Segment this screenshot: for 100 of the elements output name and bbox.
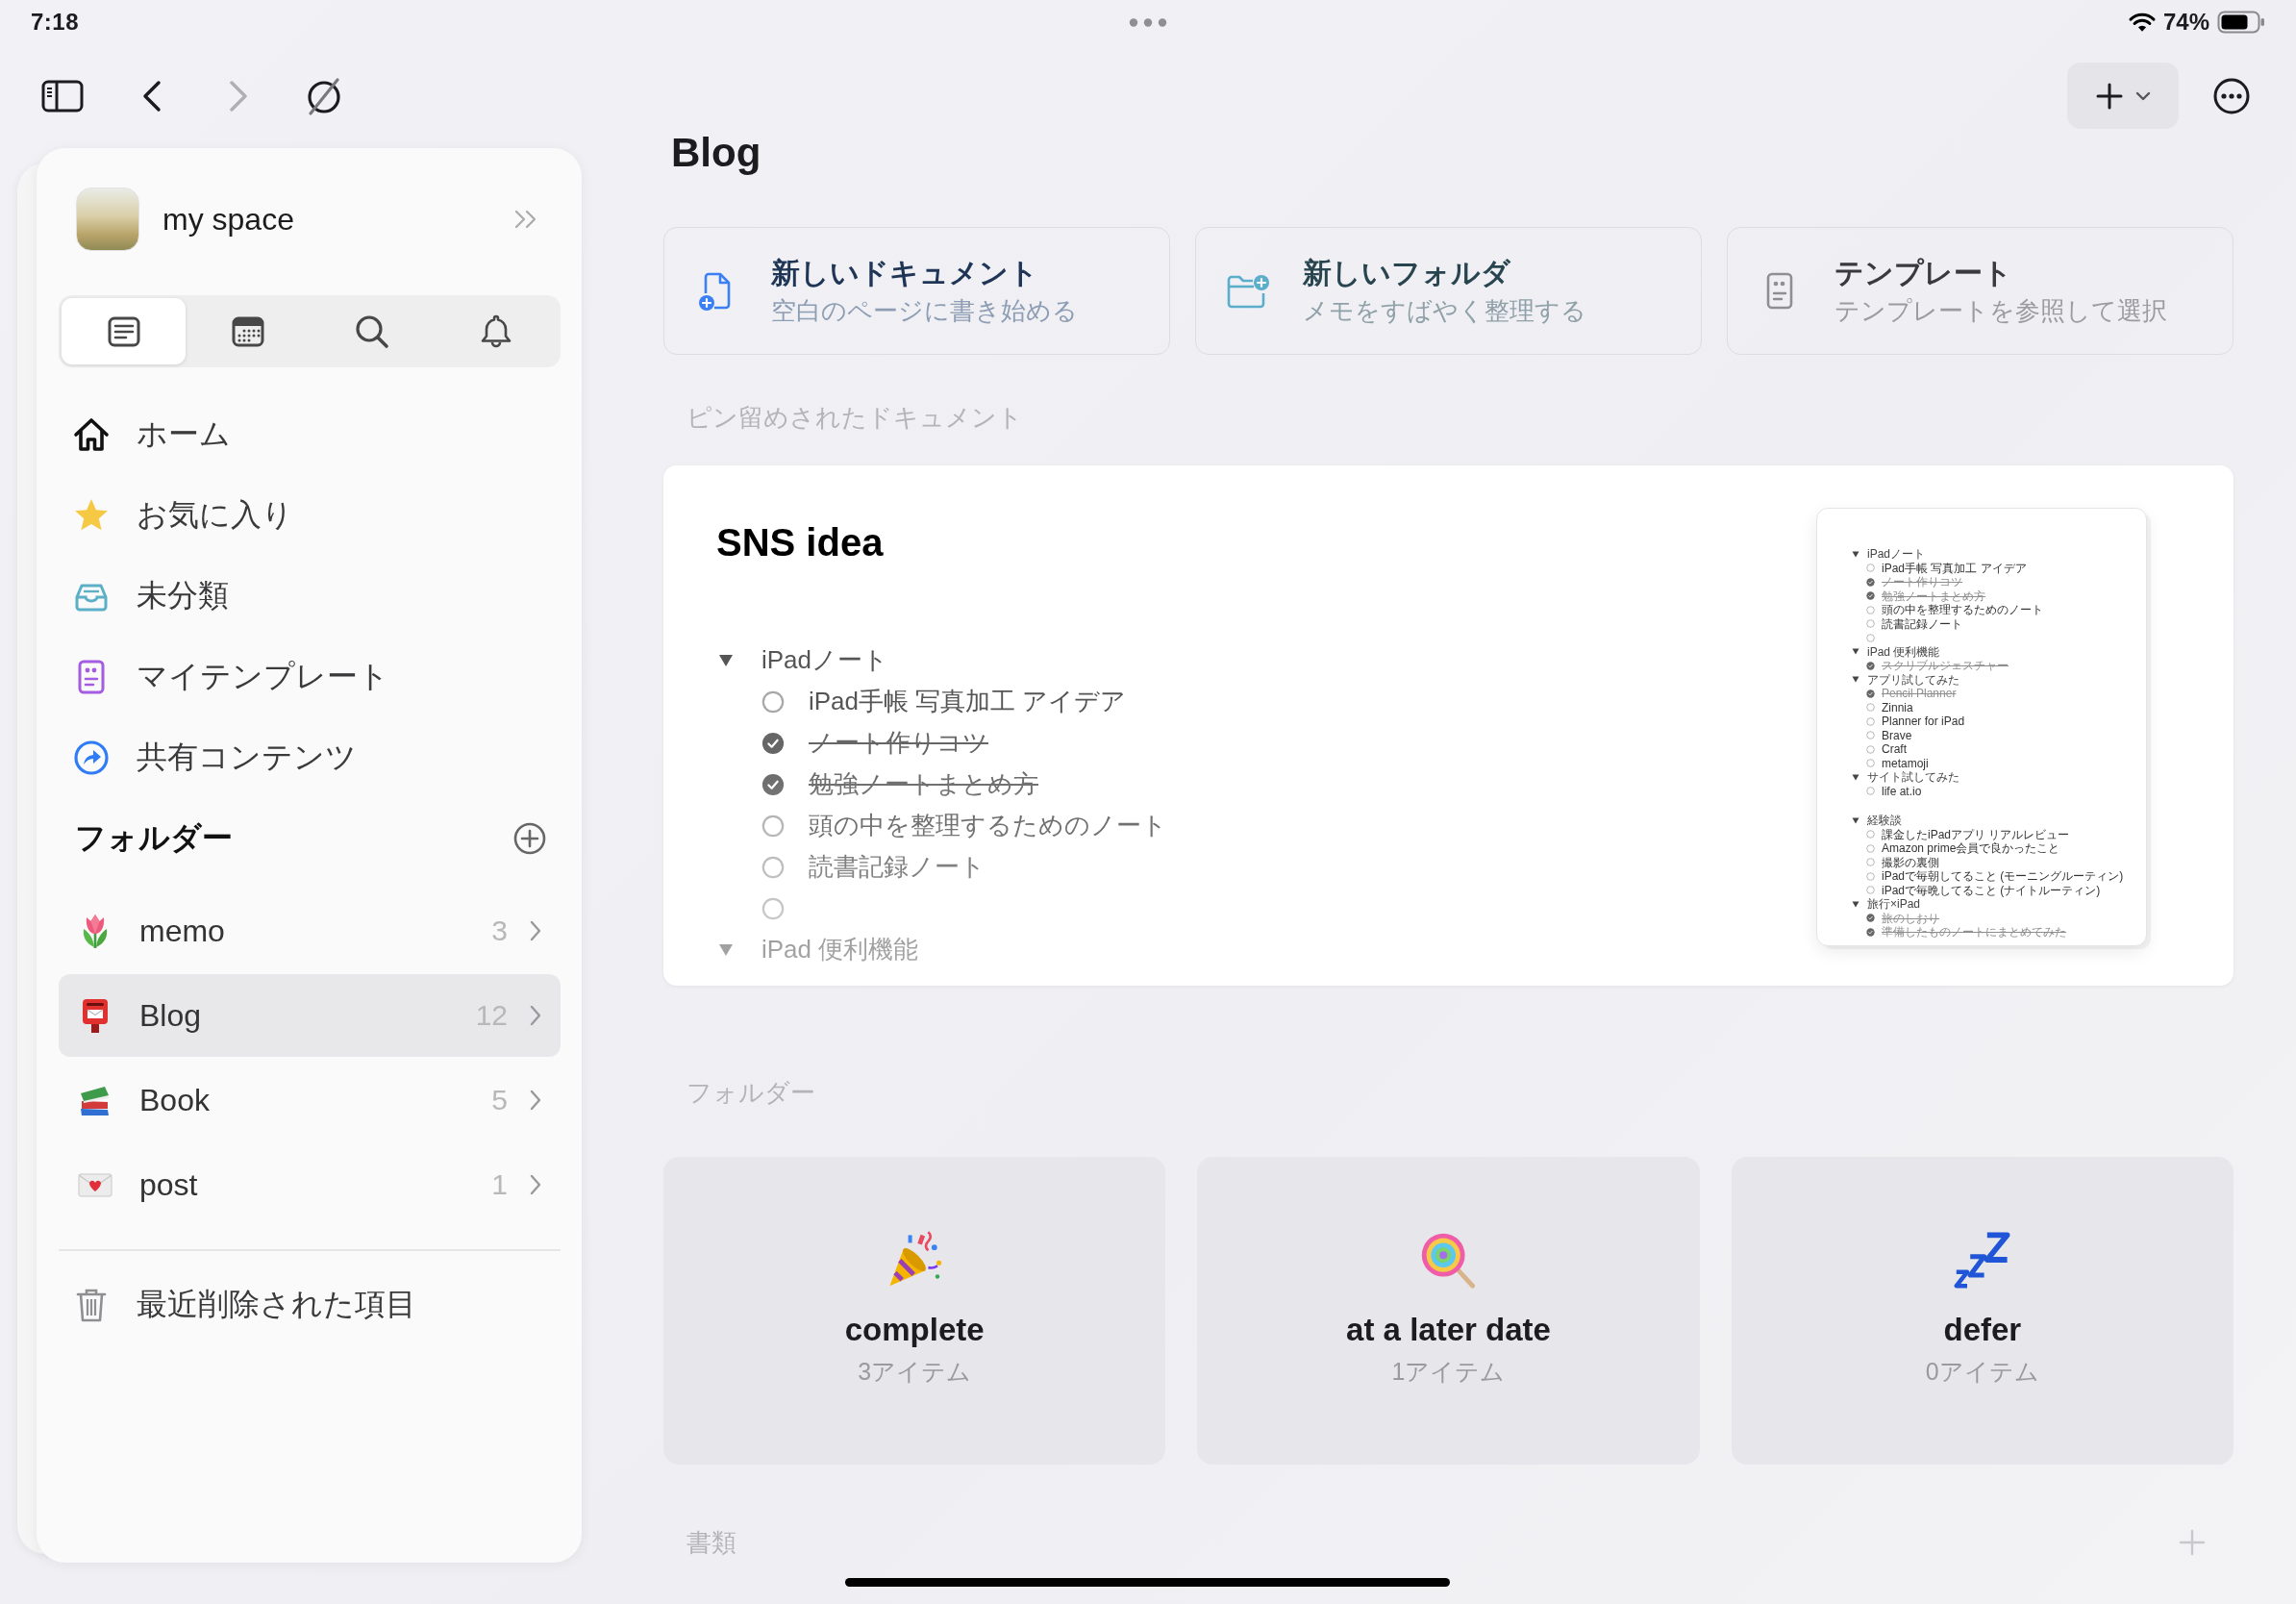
nav-item[interactable]: ホーム (59, 394, 561, 475)
item-count: 3 (491, 915, 508, 947)
chevron-down-icon (2135, 90, 2151, 101)
wifi-icon (2128, 12, 2156, 33)
plus-icon (2095, 81, 2124, 111)
action-card[interactable]: 新しいドキュメント 空白のページに書き始める (663, 227, 1170, 355)
checkbox-icon[interactable] (761, 689, 785, 714)
action-card[interactable]: テンプレート テンプレートを参照して選択 (1727, 227, 2234, 355)
preview-todo-text: Craft (1882, 742, 1907, 757)
chevron-right-icon (529, 919, 542, 942)
folder-name: complete (844, 1311, 985, 1349)
checkbox-icon[interactable] (761, 814, 785, 838)
folder-item[interactable]: Book 5 (59, 1059, 561, 1141)
section-label: フォルダー (686, 1077, 816, 1109)
more-icon[interactable] (2212, 76, 2251, 115)
sidebar-icon[interactable] (41, 80, 84, 113)
folder-item[interactable]: memo 3 (59, 890, 561, 972)
plus-circle-icon[interactable] (512, 821, 547, 856)
battery-icon (2217, 11, 2265, 34)
folder-card[interactable]: defer 0アイテム (1731, 1157, 2234, 1465)
folder-name: at a later date (1346, 1311, 1551, 1349)
folder-card[interactable]: at a later date 1アイテム (1197, 1157, 1700, 1465)
preview-heading: iPadノート (1867, 547, 1926, 562)
card-subtitle: メモをすばやく整理する (1303, 295, 1587, 327)
preview-todo-text: iPadで毎朝してること (モーニングルーティン) (1882, 869, 2124, 884)
preview-todo-text: iPadで毎晩してること (ナイトルーティン) (1882, 883, 2101, 897)
preview-todo-text: スクリブルジェスチャー (1882, 659, 2009, 673)
item-count: 3アイテム (858, 1357, 972, 1387)
folder-name: Book (139, 1082, 211, 1118)
preview-todo-text: Zinnia (1882, 700, 1913, 714)
item-count: 1アイテム (1391, 1357, 1506, 1387)
outline-heading: iPad 便利機能 (761, 934, 919, 965)
disclosure-triangle-icon[interactable] (718, 653, 734, 667)
action-card[interactable]: 新しいフォルダ メモをすばやく整理する (1195, 227, 1702, 355)
preview-todo-text: metamoji (1882, 756, 1929, 770)
chevron-right-icon (529, 1089, 542, 1112)
nav-item[interactable]: 共有コンテンツ (59, 717, 561, 798)
todo-text: iPad手帳 写真加工 アイデア (809, 686, 1127, 717)
preview-heading: 経験談 (1867, 814, 1902, 828)
section-label: 書類 (686, 1527, 736, 1559)
folders-heading: フォルダー (75, 819, 233, 857)
card-title: 新しいドキュメント (771, 256, 1039, 290)
card-subtitle: 空白のページに書き始める (771, 295, 1079, 327)
arrow-circle-icon (72, 739, 111, 777)
todo-text: ノート作りコツ (809, 727, 988, 759)
checkbox-icon[interactable] (761, 896, 785, 920)
chevron-right-icon (529, 1004, 542, 1027)
preview-todo-text: iPad手帳 写真加工 アイデア (1882, 561, 2027, 575)
folder-name: Blog (139, 997, 203, 1034)
preview-todo-text: 旅のしおり (1882, 911, 1939, 925)
preview-todo-text: 撮影の裏側 (1882, 855, 1939, 869)
item-count: 0アイテム (1925, 1357, 2039, 1387)
nav-item[interactable]: お気に入り (59, 475, 561, 556)
todo-text: 頭の中を整理するためのノート (809, 810, 1167, 841)
preview-heading: サイト試してみた (1867, 770, 1959, 785)
preview-todo-text: ノート作りコツ (1882, 575, 1962, 589)
house-icon (72, 415, 111, 454)
chevron-right-icon (529, 1173, 542, 1196)
preview-heading: アプリ試してみた (1867, 672, 1959, 687)
preview-todo-text: Pencil Planner (1882, 687, 1957, 701)
checkbox-icon[interactable] (761, 731, 785, 755)
preview-todo-text: 頭の中を整理するためのノート (1882, 603, 2043, 617)
status-time: 7:18 (31, 9, 80, 36)
item-count: 5 (491, 1084, 508, 1116)
preview-todo-text: Planner for iPad (1882, 714, 1965, 729)
chevron-left-icon[interactable] (142, 80, 162, 113)
preview-todo-text: Brave (1882, 728, 1912, 742)
nav-item[interactable]: マイテンプレート (59, 637, 561, 717)
slashed-circle-icon[interactable] (305, 77, 343, 115)
folder-card[interactable]: complete 3アイテム (663, 1157, 1166, 1465)
card-subtitle: テンプレートを参照して選択 (1834, 295, 2168, 327)
folder-item[interactable]: post 1 (59, 1143, 561, 1226)
todo-text: 読書記録ノート (809, 851, 986, 883)
preview-heading: 旅行×iPad (1867, 897, 1921, 912)
outline-heading: iPadノート (761, 644, 889, 676)
preview-todo-text: Amazon prime会員で良かったこと (1882, 841, 2060, 856)
preview-todo-text: 勉強ノートまとめ方 (1882, 589, 1985, 603)
card-title: 新しいフォルダ (1303, 256, 1511, 290)
avatar-placeholder (76, 188, 139, 251)
three-dots-icon[interactable] (1129, 17, 1167, 27)
add-menu-button[interactable] (2067, 63, 2179, 129)
document-title: SNS idea (716, 520, 885, 565)
section-label: ピン留めされたドキュメント (686, 402, 1024, 434)
checkbox-icon[interactable] (761, 855, 785, 879)
folder-name: memo (139, 913, 226, 949)
card-title: テンプレート (1834, 256, 2013, 290)
preview-todo-text: 課金したiPadアプリ リアルレビュー (1882, 827, 2070, 841)
sidebar-tab[interactable] (62, 298, 186, 364)
page-title: Blog (670, 129, 762, 177)
nav-item[interactable]: 最近削除された項目 (59, 1265, 561, 1345)
battery-percentage: 74% (2162, 9, 2209, 36)
preview-todo-text: 準備したものノートにまとめてみた (1882, 925, 2066, 940)
preview-heading: iPad 便利機能 (1867, 644, 1940, 659)
folder-name: post (139, 1166, 199, 1203)
preview-todo-text: 読書記録ノート (1882, 616, 1962, 631)
item-count: 1 (491, 1168, 508, 1201)
checkbox-icon[interactable] (761, 772, 785, 796)
workspace-name: my space (162, 201, 295, 238)
nav-item[interactable]: 未分類 (59, 556, 561, 637)
todo-text: 勉強ノートまとめ方 (809, 768, 1038, 800)
